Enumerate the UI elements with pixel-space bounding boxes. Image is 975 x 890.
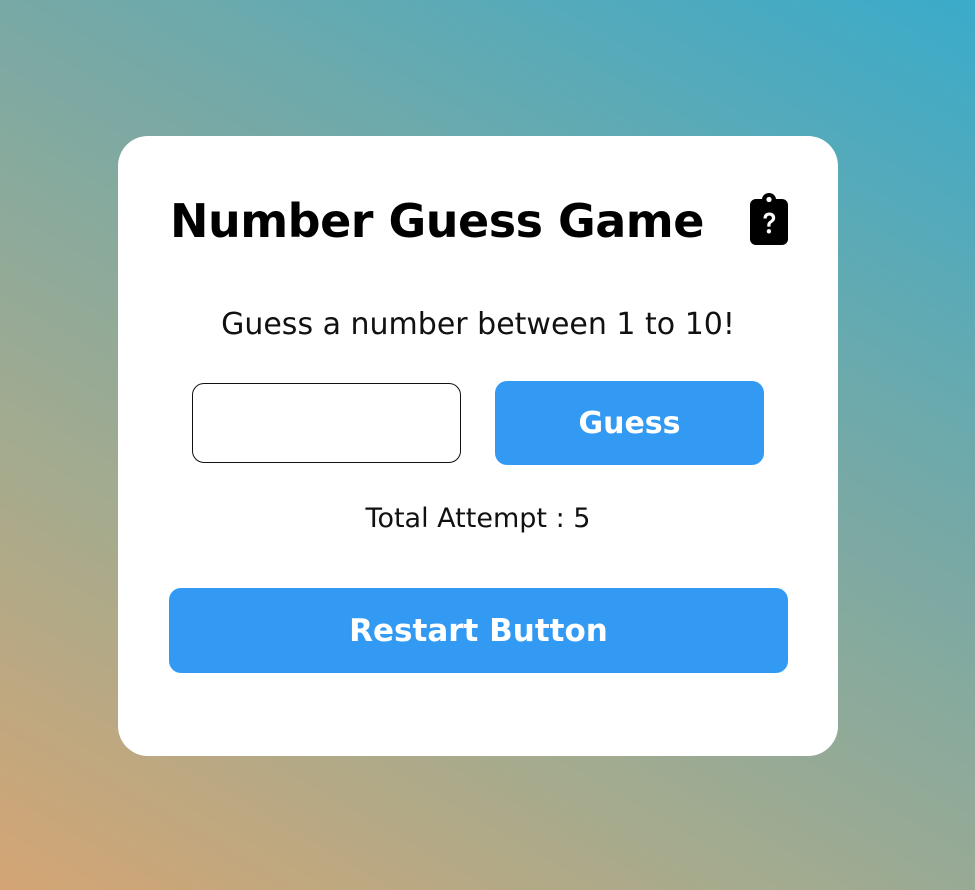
guess-button[interactable]: Guess bbox=[495, 381, 764, 465]
game-card: Number Guess Game Guess a number between… bbox=[118, 136, 838, 756]
clipboard-question-icon bbox=[750, 193, 788, 245]
attempt-counter: Total Attempt : 5 bbox=[365, 503, 591, 534]
restart-button[interactable]: Restart Button bbox=[169, 588, 788, 673]
instruction-text: Guess a number between 1 to 10! bbox=[221, 307, 735, 342]
page-title: Number Guess Game bbox=[170, 194, 704, 248]
guess-input[interactable] bbox=[192, 383, 461, 463]
